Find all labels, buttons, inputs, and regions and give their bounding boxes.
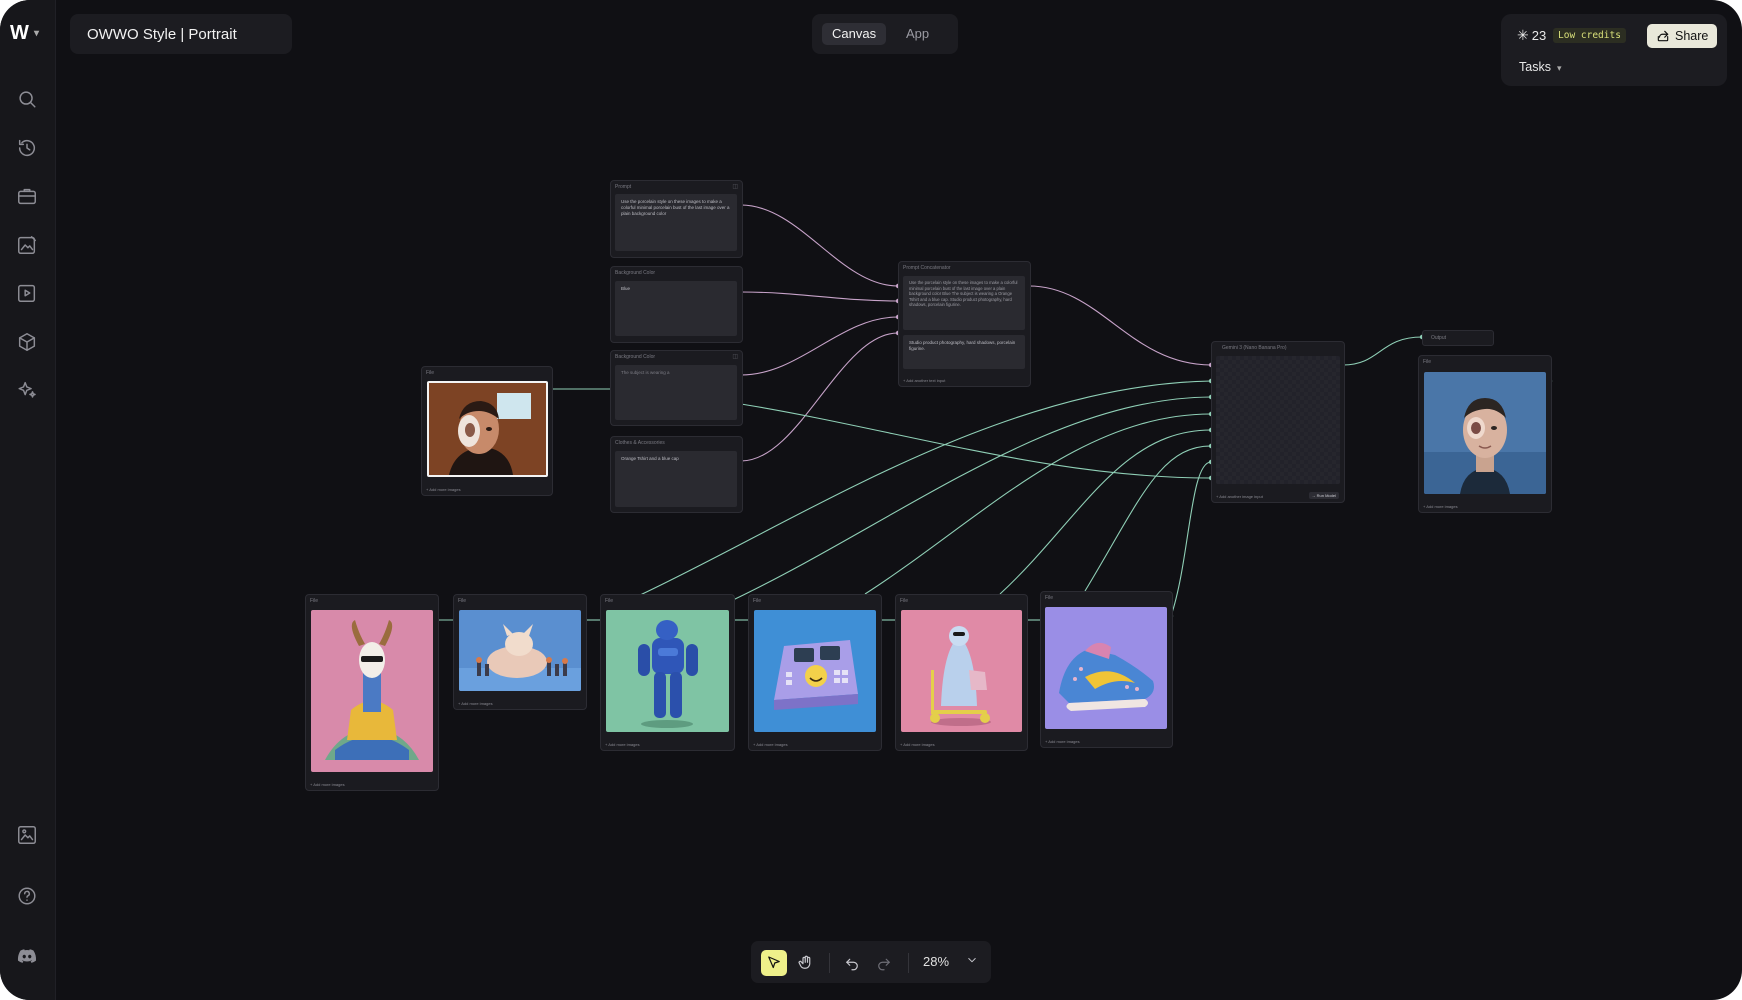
cursor-icon [768, 956, 780, 969]
model-preview [1216, 356, 1340, 484]
add-more-images-button[interactable]: + Add more images [900, 742, 935, 747]
file-node-calculator[interactable]: File + Add more images [748, 594, 882, 751]
concatenated-prompt-field: Use the porcelain style on these images … [903, 276, 1025, 330]
portrait-file-node[interactable]: File + Add more images [421, 366, 553, 496]
add-text-input-button[interactable]: + Add another text input [903, 378, 945, 383]
undo-icon [846, 958, 858, 971]
clothes-field[interactable]: Orange Tshirt and a blue cap [615, 451, 737, 507]
lock-icon: ◫ [732, 354, 738, 360]
run-model-button[interactable]: → Run Model [1308, 492, 1339, 499]
portrait-image [427, 381, 548, 477]
hand-icon [798, 955, 811, 969]
add-more-images-button[interactable]: + Add more images [1045, 739, 1080, 744]
output-file-node[interactable]: File + Add more images [1418, 355, 1552, 513]
node-label: File [426, 370, 435, 376]
canvas-toolbar: 28% [751, 941, 991, 983]
ghost-scooter-image [901, 610, 1022, 732]
concatenated-text: Use the porcelain style on these images … [909, 280, 1018, 308]
node-label: Prompt Concatenator [903, 265, 951, 271]
file-node-goat[interactable]: File + Add more images [305, 594, 439, 791]
node-label: File [753, 598, 762, 604]
node-label: Prompt [615, 184, 632, 190]
background-color-text: Blue [621, 286, 631, 291]
cat-figures-image [459, 610, 581, 691]
add-more-images-button[interactable]: + Add more images [426, 487, 461, 492]
app-window: W ▾ OWWO Style | Portrait Canvas App ✳ 23 … [0, 0, 1742, 1000]
clothes-text: Orange Tshirt and a blue cap [621, 456, 679, 461]
node-label: File [900, 598, 909, 604]
node-label: File [1045, 595, 1054, 601]
output-image [1424, 372, 1546, 494]
file-node-sneaker[interactable]: File + Add more images [1040, 591, 1173, 748]
redo-icon [878, 958, 890, 971]
node-label: Background Color [615, 354, 656, 360]
prompt-field[interactable]: Use the porcelain style on these images … [615, 194, 737, 251]
clothes-node[interactable]: Clothes & Accessories Orange Tshirt and … [610, 436, 743, 513]
node-label: File [458, 598, 467, 604]
robot-figure-image [606, 610, 729, 732]
file-node-cat[interactable]: File + Add more images [453, 594, 587, 710]
redo-button[interactable] [871, 950, 897, 976]
chevron-down-icon[interactable] [965, 953, 981, 969]
undo-button[interactable] [839, 950, 865, 976]
zoom-level[interactable]: 28% [923, 954, 949, 969]
toolbar-divider [908, 953, 909, 973]
extra-prompt-field[interactable]: Studio product photography, hard shadows… [903, 335, 1025, 369]
model-node[interactable]: Gemini 3 (Nano Banana Pro) + Add another… [1211, 341, 1345, 503]
add-more-images-button[interactable]: + Add more images [1423, 504, 1458, 509]
output-label: Output [1431, 335, 1447, 341]
node-label: File [605, 598, 614, 604]
add-image-input-button[interactable]: + Add another image input [1216, 494, 1263, 499]
background-color-field[interactable]: Blue [615, 281, 737, 336]
calculator-image [754, 610, 876, 732]
subject-node[interactable]: Background Color ◫ The subject is wearin… [610, 350, 743, 426]
lock-icon: ◫ [732, 184, 738, 190]
subject-text: The subject is wearing a [621, 370, 670, 375]
node-label: File [310, 598, 319, 604]
sneaker-image [1045, 607, 1167, 729]
background-color-node[interactable]: Background Color Blue [610, 266, 743, 343]
select-tool-button[interactable] [761, 950, 787, 976]
node-label: Gemini 3 (Nano Banana Pro) [1222, 345, 1287, 351]
goat-figure-image [311, 610, 433, 772]
node-label: File [1423, 359, 1432, 365]
prompt-node[interactable]: Prompt ◫ Use the porcelain style on thes… [610, 180, 743, 258]
pan-tool-button[interactable] [793, 950, 819, 976]
toolbar-divider [829, 953, 830, 973]
prompt-text: Use the porcelain style on these images … [621, 199, 730, 216]
node-label: Clothes & Accessories [615, 440, 665, 446]
add-more-images-button[interactable]: + Add more images [310, 782, 345, 787]
add-more-images-button[interactable]: + Add more images [753, 742, 788, 747]
subject-field[interactable]: The subject is wearing a [615, 365, 737, 420]
node-label: Background Color [615, 270, 656, 276]
file-node-robot[interactable]: File + Add more images [600, 594, 735, 751]
file-node-ghost[interactable]: File + Add more images [895, 594, 1028, 751]
add-more-images-button[interactable]: + Add more images [605, 742, 640, 747]
extra-prompt-text: Studio product photography, hard shadows… [909, 340, 1016, 351]
add-more-images-button[interactable]: + Add more images [458, 701, 493, 706]
prompt-concatenator-node[interactable]: Prompt Concatenator Use the porcelain st… [898, 261, 1031, 387]
output-node-header[interactable]: Output [1422, 330, 1494, 346]
